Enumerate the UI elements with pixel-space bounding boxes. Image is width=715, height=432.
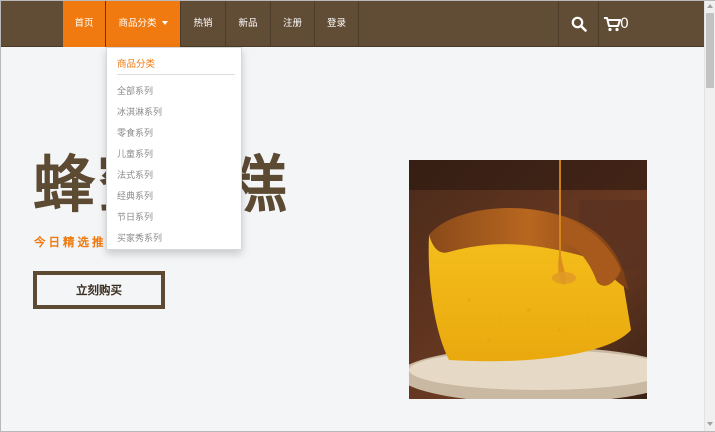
dropdown-item[interactable]: 法式系列 — [117, 168, 153, 181]
search-icon — [571, 16, 587, 32]
nav-label-login: 登录 — [326, 18, 346, 29]
chevron-down-icon — [161, 20, 168, 25]
nav-label-register: 注册 — [282, 18, 302, 29]
top-navbar: 首页 商品分类 热销 新品 注册 登录 0 — [1, 1, 704, 47]
vertical-scrollbar[interactable] — [704, 1, 715, 431]
cart-icon — [604, 17, 621, 32]
cart-button[interactable]: 0 — [598, 1, 640, 47]
nav-item-new[interactable]: 新品 — [226, 1, 271, 47]
cart-count: 0 — [620, 16, 629, 32]
nav-label-hot: 热销 — [193, 18, 213, 29]
dropdown-item[interactable]: 买家秀系列 — [117, 231, 162, 244]
nav-label-home: 首页 — [74, 18, 94, 29]
nav-item-home[interactable]: 首页 — [63, 1, 106, 47]
dropdown-header: 商品分类 — [117, 56, 235, 75]
dropdown-item[interactable]: 全部系列 — [117, 84, 153, 97]
honey-cake-image — [409, 160, 647, 399]
nav-item-login[interactable]: 登录 — [315, 1, 359, 47]
nav-item-hot[interactable]: 热销 — [181, 1, 226, 47]
dropdown-item[interactable]: 冰淇淋系列 — [117, 105, 162, 118]
dropdown-item[interactable]: 零食系列 — [117, 126, 153, 139]
search-button[interactable] — [558, 1, 598, 47]
nav-item-categories[interactable]: 商品分类 — [106, 1, 181, 47]
nav-label-categories: 商品分类 — [118, 18, 157, 29]
scroll-thumb[interactable] — [706, 13, 714, 88]
dropdown-item[interactable]: 经典系列 — [117, 189, 153, 202]
buy-now-button[interactable]: 立刻购买 — [33, 271, 165, 309]
nav-label-new: 新品 — [238, 18, 258, 29]
scroll-down-arrow-icon[interactable] — [707, 422, 713, 426]
nav-item-register[interactable]: 注册 — [271, 1, 315, 47]
dropdown-item[interactable]: 节日系列 — [117, 210, 153, 223]
category-dropdown-menu: 商品分类 全部系列 冰淇淋系列 零食系列 儿童系列 法式系列 经典系列 节日系列… — [106, 47, 242, 250]
scroll-up-arrow-icon[interactable] — [707, 4, 713, 8]
dropdown-item[interactable]: 儿童系列 — [117, 147, 153, 160]
